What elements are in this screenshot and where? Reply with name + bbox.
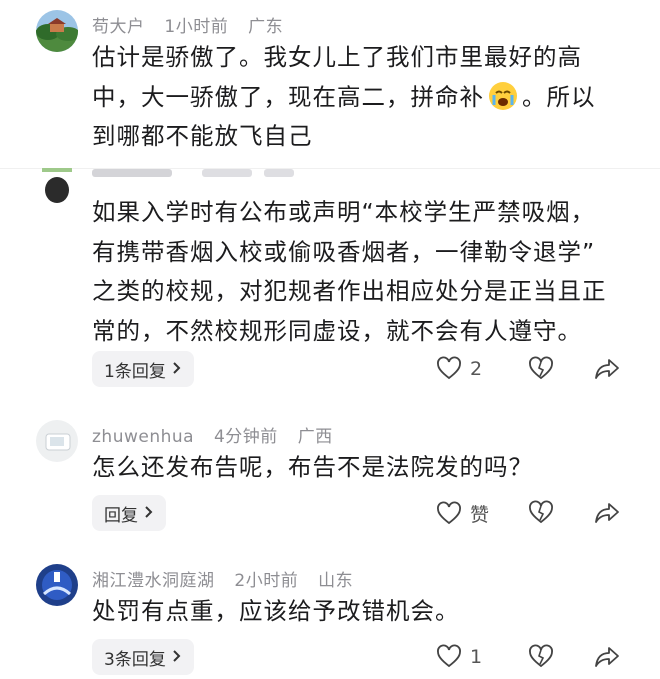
heart-icon xyxy=(436,501,462,527)
timestamp: 1小时前 xyxy=(164,17,229,37)
chevron-right-icon xyxy=(172,648,182,667)
text-line: 到哪都不能放飞自己 xyxy=(92,122,313,150)
location: 广西 xyxy=(297,427,333,447)
comment-meta: 苟大户 1小时前 广东 xyxy=(92,12,297,37)
text-line: 处罚有点重，应该给予改错机会。 xyxy=(92,597,460,625)
like-button[interactable]: 1 xyxy=(436,644,482,670)
chevron-right-icon xyxy=(172,360,182,379)
heart-icon xyxy=(436,644,462,670)
share-button[interactable] xyxy=(594,644,620,670)
avatar[interactable] xyxy=(36,10,78,52)
share-arrow-icon xyxy=(594,356,620,382)
replies-label: 3条回复 xyxy=(104,649,166,670)
timestamp: 4分钟前 xyxy=(213,427,278,447)
author-meta-cropped xyxy=(92,168,302,182)
comment-text: 估计是骄傲了。我女儿上了我们市里最好的高 中，大一骄傲了，现在高二，拼命补 。所… xyxy=(92,38,632,157)
author-name[interactable]: 湘江澧水洞庭湖 xyxy=(92,571,215,591)
timestamp: 2小时前 xyxy=(234,571,299,591)
crying-face-emoji xyxy=(488,81,518,111)
avatar[interactable] xyxy=(36,564,78,606)
share-arrow-icon xyxy=(594,644,620,670)
like-count: 2 xyxy=(470,358,483,380)
text-line: 如果入学时有公布或声明“本校学生严禁吸烟， xyxy=(92,198,596,226)
like-button[interactable]: 2 xyxy=(436,356,482,382)
comment-meta: zhuwenhua 4分钟前 广西 xyxy=(92,422,347,447)
author-name[interactable]: zhuwenhua xyxy=(92,427,194,447)
broken-heart-icon xyxy=(528,356,554,382)
dislike-button[interactable] xyxy=(528,500,554,526)
author-name[interactable]: 苟大户 xyxy=(92,17,145,37)
share-button[interactable] xyxy=(594,500,620,526)
comment-meta: 湘江澧水洞庭湖 2小时前 山东 xyxy=(92,566,367,591)
text-line: 有携带香烟入校或偷吸香烟者，一律勒令退学” xyxy=(92,237,596,266)
replies-label: 1条回复 xyxy=(104,361,166,382)
location: 广东 xyxy=(248,17,284,37)
share-arrow-icon xyxy=(594,500,620,526)
view-replies-button[interactable]: 3条回复 xyxy=(92,639,194,675)
broken-heart-icon xyxy=(528,644,554,670)
like-count: 1 xyxy=(470,646,483,668)
heart-icon xyxy=(436,356,462,382)
comment-text: 怎么还发布告呢，布告不是法院发的吗？ xyxy=(92,448,632,488)
view-replies-button[interactable]: 1条回复 xyxy=(92,351,194,387)
broken-heart-icon xyxy=(528,500,554,526)
reply-label: 回复 xyxy=(104,505,138,526)
reply-button[interactable]: 回复 xyxy=(92,495,166,531)
text-line: 估计是骄傲了。我女儿上了我们市里最好的高 xyxy=(92,43,582,71)
share-button[interactable] xyxy=(594,356,620,382)
comment-text: 如果入学时有公布或声明“本校学生严禁吸烟， 有携带香烟入校或偷吸香烟者，一律勒令… xyxy=(92,193,632,351)
chevron-right-icon xyxy=(144,504,154,523)
comment-text: 处罚有点重，应该给予改错机会。 xyxy=(92,592,632,632)
like-label: 赞 xyxy=(470,504,490,526)
avatar[interactable] xyxy=(36,420,78,462)
text-line: 之类的校规，对犯规者作出相应处分是正当且正 xyxy=(92,277,607,305)
dislike-button[interactable] xyxy=(528,644,554,670)
dislike-button[interactable] xyxy=(528,356,554,382)
text-line: 常的，不然校规形同虚设，就不会有人遵守。 xyxy=(92,316,582,345)
text-line: 中，大一骄傲了，现在高二，拼命补 。所以 xyxy=(92,78,632,118)
text-line: 怎么还发布告呢，布告不是法院发的吗？ xyxy=(92,453,533,481)
text-fragment: 中，大一骄傲了，现在高二，拼命补 xyxy=(92,82,484,111)
text-fragment: 。所以 xyxy=(522,82,596,111)
avatar[interactable] xyxy=(36,162,78,204)
like-button[interactable]: 赞 xyxy=(436,500,489,527)
location: 山东 xyxy=(318,571,354,591)
